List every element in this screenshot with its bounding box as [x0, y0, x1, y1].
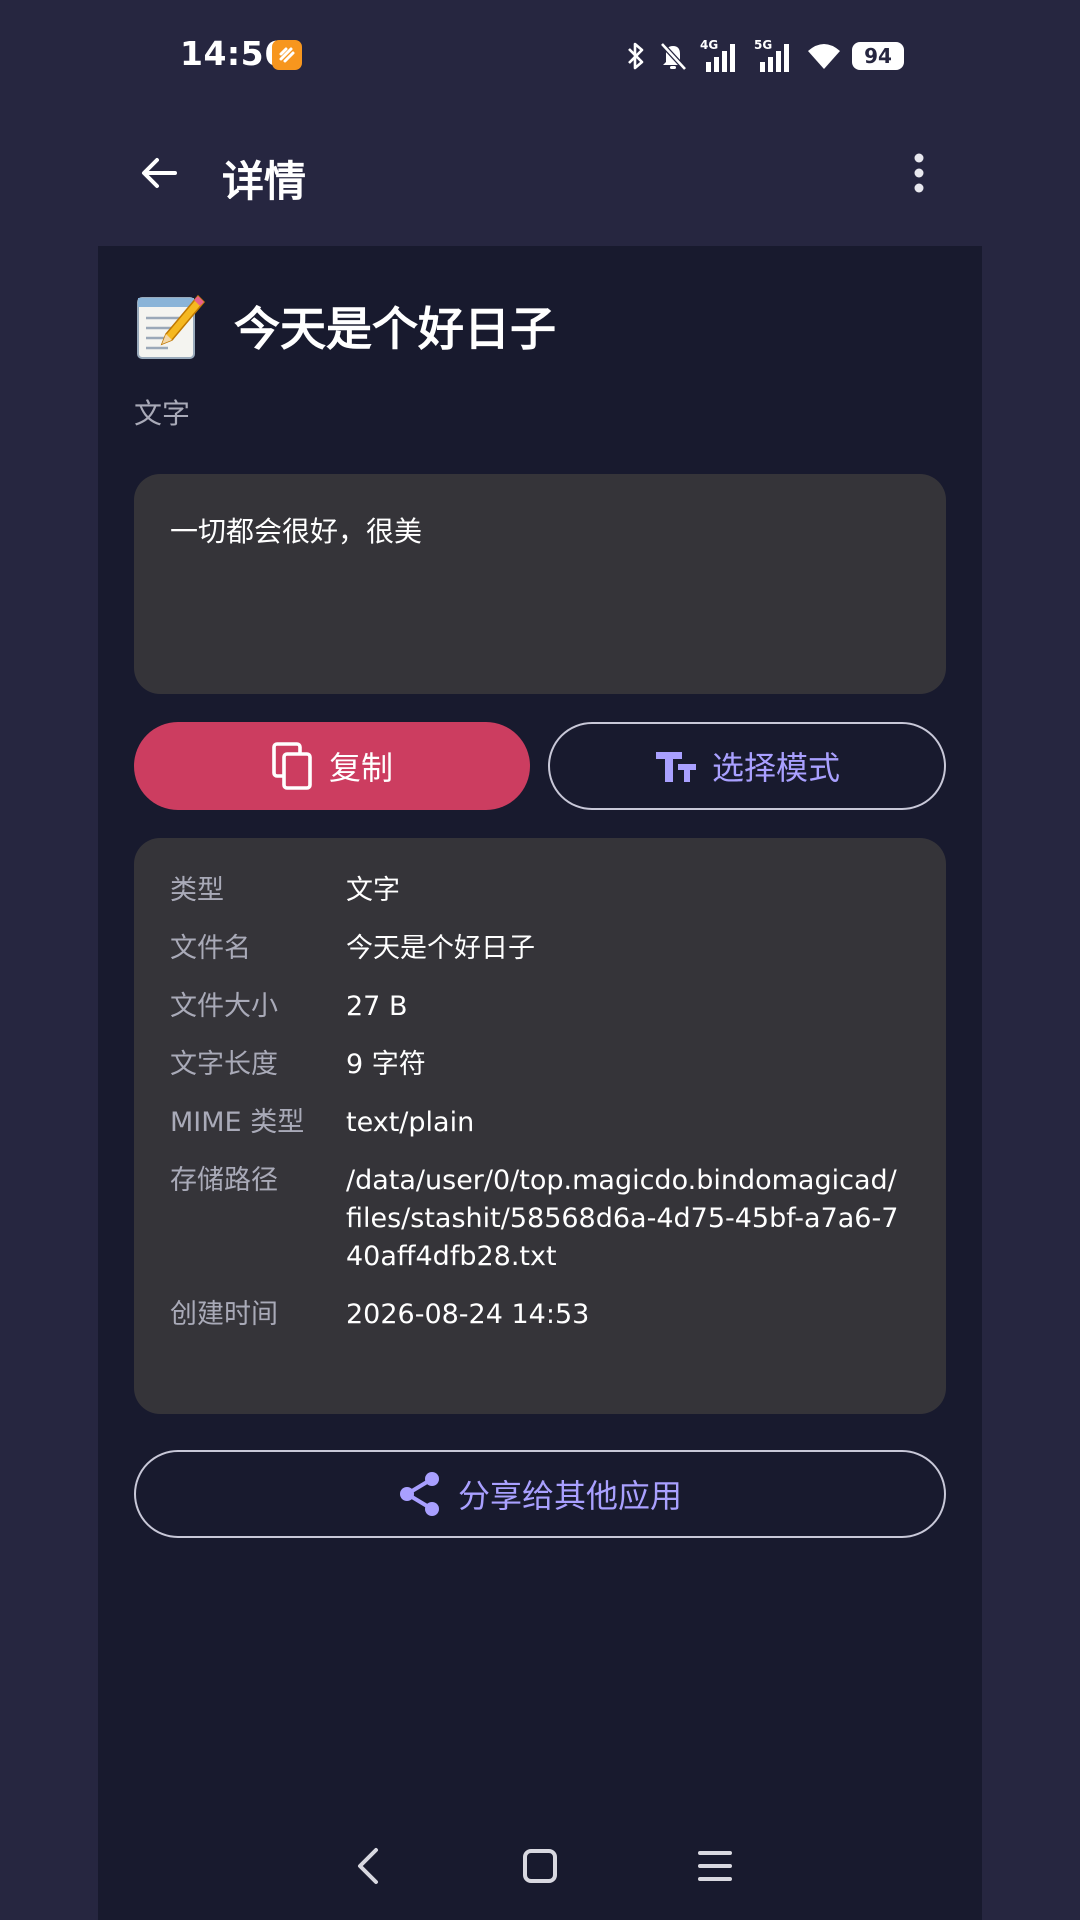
info-label: 创建时间	[170, 1299, 278, 1330]
select-mode-button[interactable]: 选择模式	[548, 722, 946, 810]
screen: 14:56 4G 5G 94 详情 今天是个好日子 文字 一切都会很好，很美 复…	[0, 0, 1080, 1920]
info-value: 文字	[346, 875, 400, 906]
network-4g-label: 4G	[700, 38, 718, 52]
info-label: 文件名	[170, 933, 251, 964]
more-vertical-icon	[914, 153, 924, 193]
copy-icon	[272, 742, 312, 790]
bell-muted-icon	[660, 42, 687, 71]
info-label: 文字长度	[170, 1049, 278, 1080]
info-value: 今天是个好日子	[346, 933, 535, 964]
info-value: /data/user/0/top.magicdo.bindomagicad/fi…	[346, 1165, 899, 1272]
share-button[interactable]: 分享给其他应用	[134, 1450, 946, 1538]
copy-button-label: 复制	[328, 749, 393, 787]
signal-4g-icon: 4G	[700, 38, 735, 72]
item-type-label: 文字	[134, 397, 191, 430]
status-bar: 14:56 4G 5G 94	[0, 0, 1080, 112]
network-5g-label: 5G	[754, 38, 772, 52]
info-label: MIME 类型	[170, 1107, 305, 1138]
content-text: 一切都会很好，很美	[170, 515, 423, 548]
info-row-storage-path: 存储路径 /data/user/0/top.magicdo.bindomagic…	[170, 1162, 910, 1276]
info-card: 类型 文字 文件名 今天是个好日子 文件大小 27 B 文字长度 9 字符 MI…	[134, 838, 946, 1414]
content-preview[interactable]: 一切都会很好，很美	[134, 474, 946, 694]
detail-panel: 今天是个好日子 文字 一切都会很好，很美 复制 选择模式 类型 文字 文件名 今…	[98, 246, 982, 1920]
nav-recents-icon[interactable]	[698, 1848, 732, 1884]
back-button[interactable]	[128, 142, 190, 204]
battery-indicator: 94	[852, 42, 904, 70]
info-label: 类型	[170, 875, 224, 906]
item-header: 今天是个好日子	[134, 290, 556, 362]
copy-button[interactable]: 复制	[134, 722, 530, 810]
nav-home-icon[interactable]	[522, 1848, 558, 1884]
share-icon	[399, 1472, 439, 1516]
arrow-left-icon	[142, 158, 177, 188]
info-row-text-length: 文字长度 9 字符	[170, 1046, 910, 1084]
bluetooth-icon	[628, 42, 644, 70]
status-icons: 4G 5G 94	[624, 36, 904, 76]
app-bar: 详情	[0, 112, 1080, 246]
info-label: 存储路径	[170, 1165, 278, 1196]
item-title: 今天是个好日子	[234, 302, 556, 356]
info-value: text/plain	[346, 1107, 475, 1138]
info-row-mime-type: MIME 类型 text/plain	[170, 1104, 910, 1142]
share-button-label: 分享给其他应用	[457, 1477, 682, 1515]
info-row-filename: 文件名 今天是个好日子	[170, 930, 910, 968]
nav-back-icon[interactable]	[352, 1846, 384, 1886]
page-title: 详情	[222, 157, 307, 206]
signal-5g-icon: 5G	[754, 38, 789, 72]
info-value: 2026-08-24 14:53	[346, 1299, 590, 1330]
info-row-filesize: 文件大小 27 B	[170, 988, 910, 1026]
text-fields-icon	[655, 752, 696, 782]
info-value: 27 B	[346, 991, 408, 1022]
more-options-button[interactable]	[894, 142, 944, 204]
info-value: 9 字符	[346, 1049, 426, 1080]
notification-app-icon	[272, 40, 302, 70]
info-row-type: 类型 文字	[170, 872, 910, 910]
wifi-icon	[808, 44, 840, 69]
memo-icon	[137, 294, 206, 359]
select-mode-label: 选择模式	[711, 749, 840, 787]
info-row-created-time: 创建时间 2026-08-24 14:53	[170, 1296, 910, 1334]
info-label: 文件大小	[170, 991, 278, 1022]
